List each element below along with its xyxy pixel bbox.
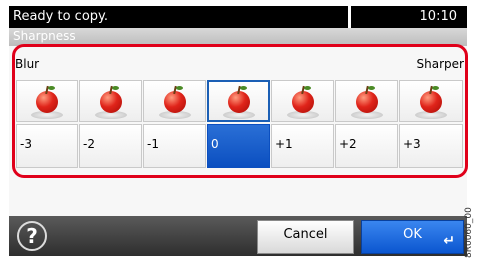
copy-sharpness-screen: Ready to copy. 10:10 Sharpness Blur Shar… [0, 0, 478, 262]
status-divider [348, 6, 351, 28]
ok-label: OK [403, 227, 422, 242]
ok-button[interactable]: OK ↵ [361, 220, 464, 254]
help-button[interactable]: ? [17, 221, 47, 251]
status-bar: Ready to copy. 10:10 [9, 6, 467, 28]
enter-icon: ↵ [443, 233, 455, 249]
cancel-button[interactable]: Cancel [257, 220, 354, 254]
status-message: Ready to copy. [13, 9, 108, 24]
screen-title: Sharpness [13, 29, 76, 43]
highlight-frame [12, 44, 468, 178]
clock: 10:10 [419, 9, 457, 24]
figure-code: 8R0060_00 [464, 207, 474, 258]
help-icon: ? [26, 224, 38, 248]
